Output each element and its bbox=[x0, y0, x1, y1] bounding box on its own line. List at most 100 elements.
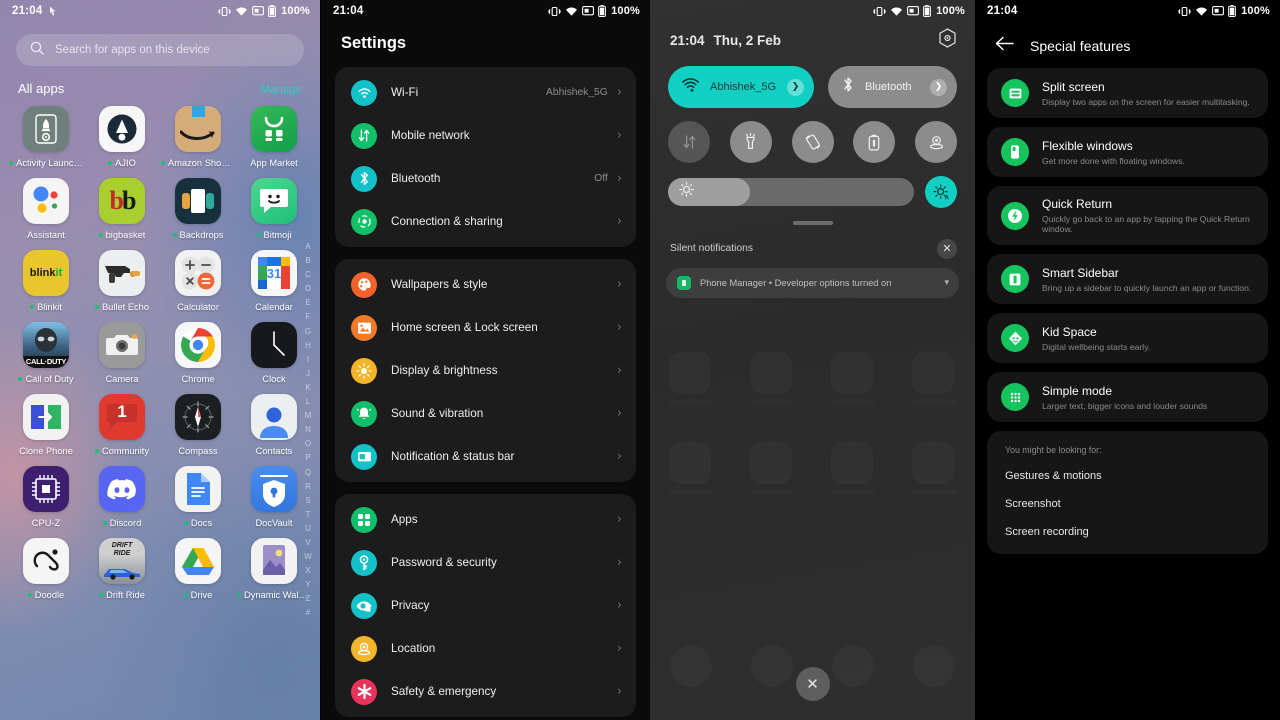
az-index-letter[interactable]: F bbox=[306, 310, 311, 324]
google-assistant-icon[interactable] bbox=[23, 178, 69, 224]
discord-icon[interactable] bbox=[99, 466, 145, 512]
backdrops-icon[interactable] bbox=[175, 178, 221, 224]
settings-row-notification-status-bar[interactable]: Notification & status bar › bbox=[335, 435, 636, 478]
az-index-letter[interactable]: U bbox=[305, 522, 311, 536]
az-index-letter[interactable]: D bbox=[305, 282, 311, 296]
quick-tile-flashlight[interactable] bbox=[729, 121, 772, 163]
app-tile[interactable]: Bitmoji bbox=[236, 178, 312, 240]
az-index-letter[interactable]: J bbox=[306, 367, 310, 381]
brightness-auto-toggle[interactable]: A bbox=[925, 176, 957, 208]
compass-icon[interactable] bbox=[175, 394, 221, 440]
alphabet-scroll-index[interactable]: A B C D E F G H I J K L M N O P Q R S T U V W X Y Z # bbox=[301, 240, 315, 621]
contacts-icon[interactable] bbox=[251, 394, 297, 440]
manage-link[interactable]: Manage bbox=[260, 84, 302, 96]
search-input[interactable]: Search for apps on this device bbox=[16, 34, 304, 66]
app-tile[interactable]: Calculator bbox=[160, 250, 236, 312]
brightness-slider[interactable] bbox=[668, 178, 914, 206]
chevron-right-icon[interactable]: ❯ bbox=[787, 78, 805, 96]
bullet-echo-icon[interactable] bbox=[99, 250, 145, 296]
az-index-letter[interactable]: E bbox=[305, 296, 310, 310]
close-icon[interactable]: ✕ bbox=[937, 238, 957, 259]
app-tile[interactable]: blink it Blinkit bbox=[8, 250, 84, 312]
cpu-z-icon[interactable] bbox=[23, 466, 69, 512]
az-index-letter[interactable]: L bbox=[306, 395, 310, 409]
az-index-letter[interactable]: Z bbox=[306, 592, 311, 606]
looking-for-link[interactable]: Gestures & motions bbox=[1005, 470, 1250, 482]
app-tile[interactable]: Amazon Shop… bbox=[160, 106, 236, 168]
feature-card-smart-sidebar[interactable]: Smart Sidebar Bring up a sidebar to quick… bbox=[987, 254, 1268, 304]
app-tile[interactable]: AJIO bbox=[84, 106, 160, 168]
app-tile[interactable]: 1 Community bbox=[84, 394, 160, 456]
az-index-letter[interactable]: B bbox=[305, 254, 310, 268]
settings-row-location[interactable]: Location › bbox=[335, 627, 636, 670]
settings-row-wallpapers-style[interactable]: Wallpapers & style › bbox=[335, 263, 636, 306]
amazon-shopping-icon[interactable] bbox=[175, 106, 221, 152]
az-index-letter[interactable]: Y bbox=[305, 578, 310, 592]
clone-phone-icon[interactable] bbox=[23, 394, 69, 440]
app-tile[interactable]: Clone Phone bbox=[8, 394, 84, 456]
app-tile[interactable]: Chrome bbox=[160, 322, 236, 384]
app-tile[interactable]: b b bigbasket bbox=[84, 178, 160, 240]
quick-tile-wifi[interactable]: Abhishek_5G ❯ bbox=[668, 66, 815, 108]
settings-row-bluetooth[interactable]: Bluetooth Off › bbox=[335, 157, 636, 200]
dynamic-wallpaper-icon[interactable] bbox=[251, 538, 297, 584]
az-index-letter[interactable]: V bbox=[305, 536, 310, 550]
quick-tile-bluetooth[interactable]: Bluetooth ❯ bbox=[828, 66, 957, 108]
feature-card-quick-return[interactable]: Quick Return Quickly go back to an app by… bbox=[987, 186, 1268, 245]
quick-tile-location[interactable] bbox=[915, 121, 957, 163]
az-index-letter[interactable]: C bbox=[305, 268, 311, 282]
settings-row-privacy[interactable]: Privacy › bbox=[335, 584, 636, 627]
looking-for-link[interactable]: Screen recording bbox=[1005, 526, 1250, 538]
app-tile[interactable]: CALL·DUTY Call of Duty bbox=[8, 322, 84, 384]
settings-row-sound-vibration[interactable]: Sound & vibration › bbox=[335, 392, 636, 435]
app-tile[interactable]: Discord bbox=[84, 466, 160, 528]
az-index-letter[interactable]: H bbox=[305, 339, 311, 353]
settings-row-password-security[interactable]: Password & security › bbox=[335, 541, 636, 584]
bigbasket-icon[interactable]: bb bbox=[99, 178, 145, 224]
app-tile[interactable]: DRIFT RIDE Drift Ride bbox=[84, 538, 160, 600]
settings-row-safety-emergency[interactable]: Safety & emergency › bbox=[335, 670, 636, 713]
app-tile[interactable]: Camera bbox=[84, 322, 160, 384]
looking-for-link[interactable]: Screenshot bbox=[1005, 498, 1250, 510]
calculator-icon[interactable] bbox=[175, 250, 221, 296]
bitmoji-icon[interactable] bbox=[251, 178, 297, 224]
drift-ride-icon[interactable]: DRIFT RIDE bbox=[99, 538, 145, 584]
settings-row-home-screen-lock-screen[interactable]: Home screen & Lock screen › bbox=[335, 306, 636, 349]
docvault-icon[interactable] bbox=[251, 466, 297, 512]
az-index-letter[interactable]: O bbox=[305, 437, 311, 451]
az-index-letter[interactable]: R bbox=[305, 480, 311, 494]
az-index-letter[interactable]: W bbox=[304, 550, 312, 564]
az-index-letter[interactable]: A bbox=[305, 240, 310, 254]
settings-row-wi-fi[interactable]: Wi-Fi Abhishek_5G › bbox=[335, 71, 636, 114]
app-tile[interactable]: Drive bbox=[160, 538, 236, 600]
app-tile[interactable]: Activity Launc… bbox=[8, 106, 84, 168]
az-index-letter[interactable]: G bbox=[305, 325, 311, 339]
feature-card-simple-mode[interactable]: Simple mode Larger text, bigger icons and… bbox=[987, 372, 1268, 422]
feature-card-kid-space[interactable]: Kid Space Digital wellbeing starts early. bbox=[987, 313, 1268, 363]
google-drive-icon[interactable] bbox=[175, 538, 221, 584]
chrome-icon[interactable] bbox=[175, 322, 221, 368]
chevron-right-icon[interactable]: ❯ bbox=[930, 78, 947, 96]
google-docs-icon[interactable] bbox=[175, 466, 221, 512]
settings-row-connection-sharing[interactable]: Connection & sharing › bbox=[335, 200, 636, 243]
app-tile[interactable]: Backdrops bbox=[160, 178, 236, 240]
close-shade-button[interactable]: ✕ bbox=[795, 667, 830, 701]
ajio-icon[interactable] bbox=[99, 106, 145, 152]
app-tile[interactable]: CPU-Z bbox=[8, 466, 84, 528]
az-index-letter[interactable]: N bbox=[305, 423, 311, 437]
quick-tile-battery-saver[interactable] bbox=[853, 121, 896, 163]
az-index-letter[interactable]: I bbox=[307, 353, 309, 367]
notification-item[interactable]: Phone Manager • Developer options turned… bbox=[666, 267, 959, 298]
app-tile[interactable]: App Market bbox=[236, 106, 312, 168]
hex-gear-icon[interactable] bbox=[938, 28, 957, 53]
settings-row-display-brightness[interactable]: Display & brightness › bbox=[335, 349, 636, 392]
feature-card-split-screen[interactable]: Split screen Display two apps on the scre… bbox=[987, 68, 1268, 118]
az-index-letter[interactable]: X bbox=[305, 564, 310, 578]
community-icon[interactable]: 1 bbox=[99, 394, 145, 440]
blinkit-icon[interactable]: blink it bbox=[23, 250, 69, 296]
az-index-letter[interactable]: P bbox=[305, 451, 310, 465]
doodle-icon[interactable] bbox=[23, 538, 69, 584]
az-index-letter[interactable]: # bbox=[306, 606, 310, 620]
az-index-letter[interactable]: K bbox=[305, 381, 310, 395]
activity-launcher-icon[interactable] bbox=[23, 106, 69, 152]
